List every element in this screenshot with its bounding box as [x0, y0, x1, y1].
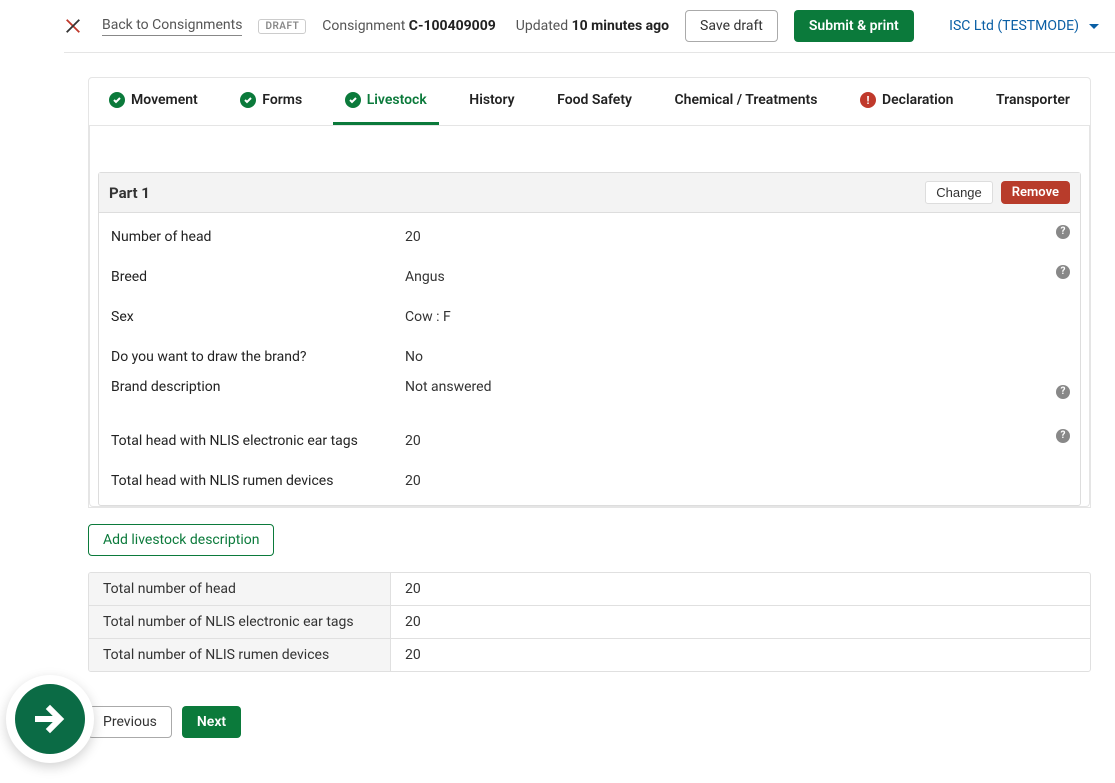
help-icon[interactable]: ? — [1056, 225, 1070, 239]
field-label: Do you want to draw the brand? — [111, 349, 405, 365]
chevron-down-icon — [1089, 24, 1099, 29]
part-card: Part 1 Change Remove Number of head 20 ?… — [98, 172, 1081, 506]
totals-table: Total number of head 20 Total number of … — [88, 572, 1091, 672]
account-dropdown[interactable]: ISC Ltd (TESTMODE) — [949, 18, 1099, 34]
tab-chemical[interactable]: Chemical / Treatments — [663, 78, 830, 125]
totals-value: 20 — [391, 639, 1090, 671]
check-icon — [345, 92, 361, 108]
totals-value: 20 — [391, 606, 1090, 638]
field-value: Angus — [405, 269, 1068, 285]
field-value: 20 — [405, 229, 1068, 245]
tab-forms[interactable]: Forms — [228, 78, 314, 125]
field-label: Total head with NLIS electronic ear tags — [111, 433, 405, 449]
totals-value: 20 — [391, 573, 1090, 605]
save-draft-button[interactable]: Save draft — [685, 10, 778, 42]
tabs: Movement Forms Livestock History Food Sa… — [89, 78, 1090, 126]
field-label: Number of head — [111, 229, 405, 245]
tab-declaration[interactable]: ! Declaration — [848, 78, 966, 125]
field-row: Total head with NLIS rumen devices 20 — [99, 461, 1080, 501]
field-label: Brand description — [111, 379, 405, 395]
tab-history[interactable]: History — [457, 78, 526, 125]
totals-label: Total number of head — [89, 573, 391, 605]
table-row: Total number of head 20 — [89, 573, 1090, 605]
table-row: Total number of NLIS electronic ear tags… — [89, 605, 1090, 638]
field-row: Sex Cow : F — [99, 297, 1080, 337]
field-row: Total head with NLIS electronic ear tags… — [99, 421, 1080, 461]
table-row: Total number of NLIS rumen devices 20 — [89, 638, 1090, 671]
tab-transporter[interactable]: Transporter — [984, 78, 1082, 125]
field-label: Breed — [111, 269, 405, 285]
top-bar: Back to Consignments DRAFT Consignment C… — [64, 0, 1115, 53]
field-row: Do you want to draw the brand? No — [99, 337, 1080, 377]
nav-buttons: Previous Next — [88, 706, 1091, 738]
add-livestock-description-button[interactable]: Add livestock description — [88, 524, 274, 556]
field-label: Sex — [111, 309, 405, 325]
totals-label: Total number of NLIS rumen devices — [89, 639, 391, 671]
field-value: 20 — [405, 433, 1068, 449]
draft-badge: DRAFT — [258, 19, 306, 34]
previous-button[interactable]: Previous — [88, 706, 172, 738]
livestock-panel: Part 1 Change Remove Number of head 20 ?… — [89, 126, 1090, 507]
tab-food-safety[interactable]: Food Safety — [545, 78, 644, 125]
arrow-right-icon — [30, 699, 70, 739]
check-icon — [240, 92, 256, 108]
field-label: Total head with NLIS rumen devices — [111, 473, 405, 489]
field-value: Not answered — [405, 379, 1068, 395]
remove-button[interactable]: Remove — [1001, 181, 1070, 204]
fields-list: Number of head 20 ? Breed Angus ? Sex Co… — [99, 213, 1080, 505]
alert-icon: ! — [860, 92, 876, 108]
field-value: Cow : F — [405, 309, 1068, 325]
updated-label: Updated 10 minutes ago — [512, 18, 669, 34]
field-row: Breed Angus ? — [99, 257, 1080, 297]
back-link[interactable]: Back to Consignments — [102, 17, 242, 36]
help-icon[interactable]: ? — [1056, 385, 1070, 399]
field-value: No — [405, 349, 1068, 365]
tab-movement[interactable]: Movement — [97, 78, 210, 125]
totals-label: Total number of NLIS electronic ear tags — [89, 606, 391, 638]
field-value: 20 — [405, 473, 1068, 489]
next-button[interactable]: Next — [182, 706, 241, 738]
consignment-label: Consignment C-100409009 — [322, 18, 496, 34]
logo-icon — [64, 17, 82, 35]
consignment-id: C-100409009 — [409, 18, 496, 34]
field-row: Number of head 20 ? — [99, 217, 1080, 257]
part-header: Part 1 Change Remove — [99, 173, 1080, 213]
help-icon[interactable]: ? — [1056, 429, 1070, 443]
floating-next-icon[interactable] — [6, 675, 94, 763]
tab-livestock[interactable]: Livestock — [333, 78, 439, 125]
updated-time: 10 minutes ago — [572, 18, 669, 34]
part-title: Part 1 — [109, 184, 150, 202]
field-row: Brand description Not answered ? — [99, 377, 1080, 407]
help-icon[interactable]: ? — [1056, 265, 1070, 279]
check-icon — [109, 92, 125, 108]
submit-print-button[interactable]: Submit & print — [794, 10, 914, 42]
change-button[interactable]: Change — [925, 181, 993, 204]
